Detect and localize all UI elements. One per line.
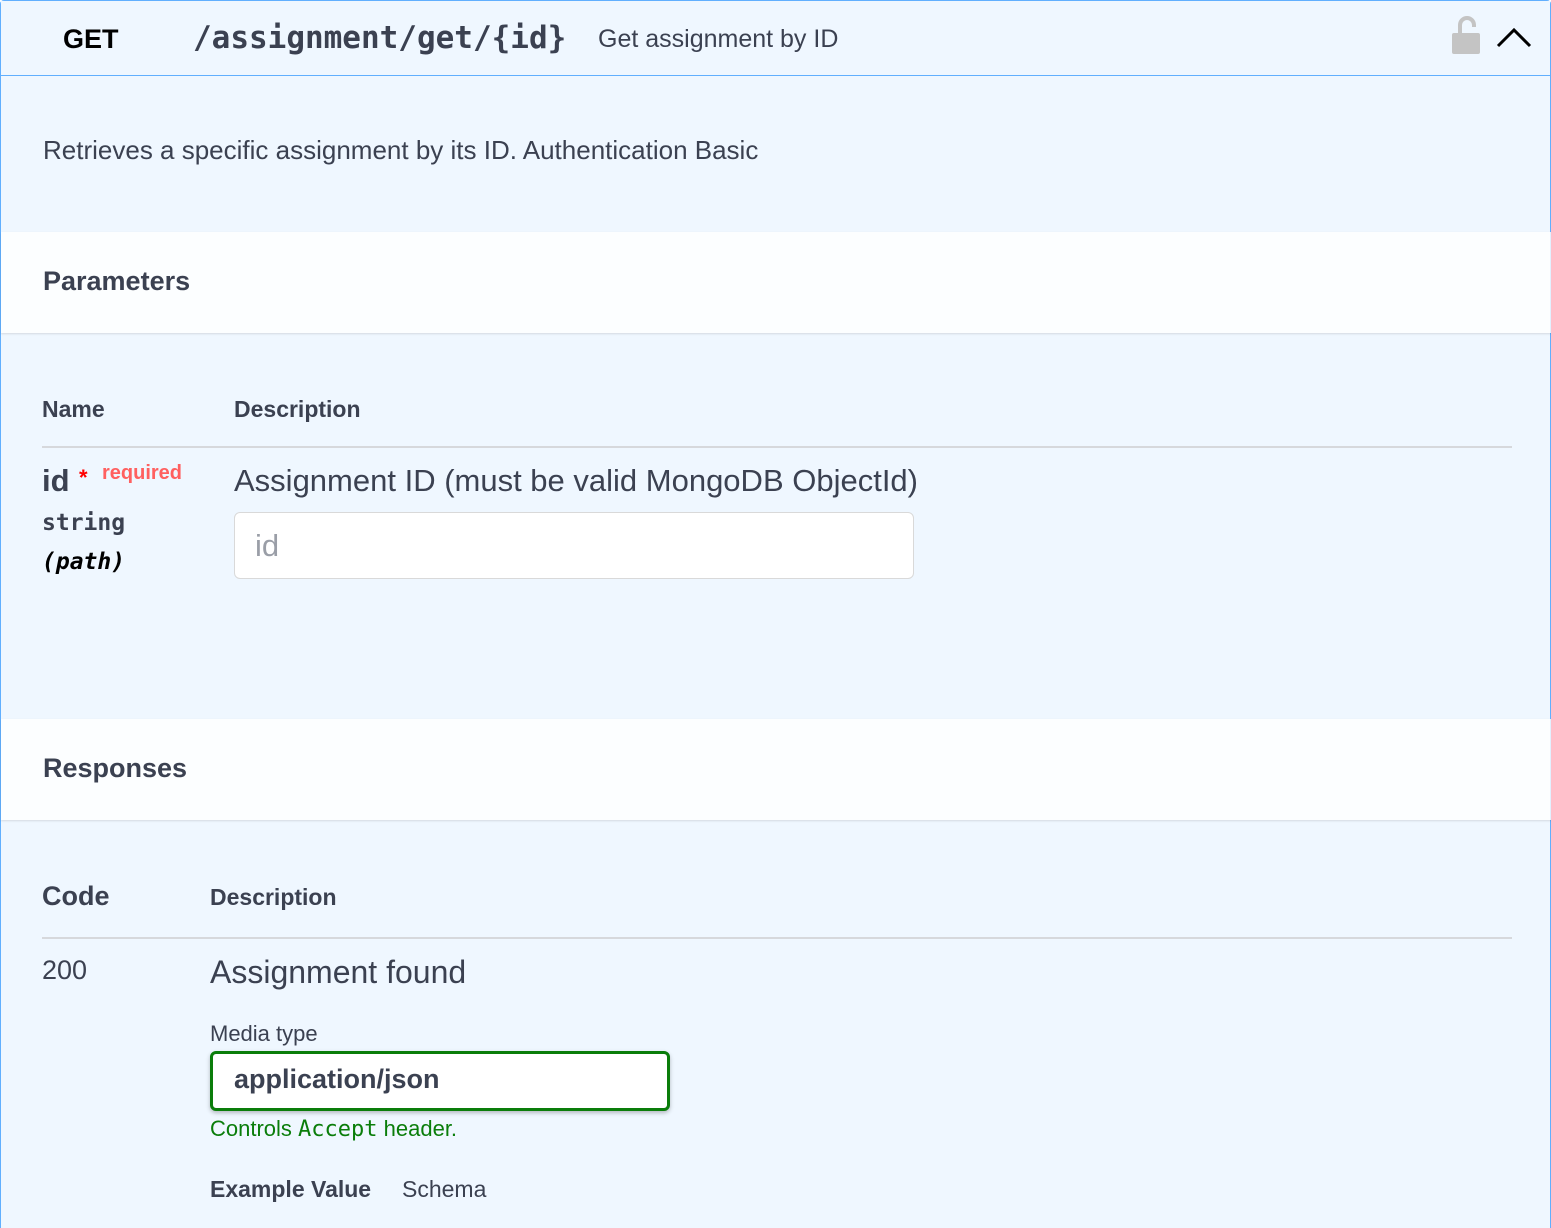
response-code: 200 — [42, 955, 88, 985]
parameter-type: string — [42, 510, 126, 536]
operation-description: Retrieves a specific assignment by its I… — [1, 77, 1550, 232]
operation-block: GET /assignment/get/{id} Get assignment … — [0, 0, 1551, 1228]
parameters-divider — [42, 446, 1512, 448]
parameter-id-input[interactable] — [234, 512, 914, 579]
unlock-icon[interactable] — [1451, 15, 1481, 55]
tab-schema[interactable]: Schema — [402, 1176, 486, 1203]
operation-description-text: Retrieves a specific assignment by its I… — [43, 135, 759, 165]
parameter-name: id — [42, 463, 70, 498]
endpoint-path: /assignment/get/{id} — [193, 20, 567, 56]
operation-summary[interactable]: GET /assignment/get/{id} Get assignment … — [1, 1, 1550, 76]
parameter-description: Assignment ID (must be valid MongoDB Obj… — [234, 463, 918, 498]
tab-example-value[interactable]: Example Value — [210, 1176, 371, 1203]
responses-section-header: Responses — [1, 719, 1551, 820]
param-col-name: Name — [42, 396, 105, 422]
operation-summary-text: Get assignment by ID — [598, 25, 839, 53]
responses-divider — [42, 937, 1512, 939]
parameters-title: Parameters — [43, 266, 191, 296]
accept-header-code: Accept — [298, 1117, 378, 1142]
response-description: Assignment found — [210, 954, 467, 990]
response-col-code: Code — [42, 881, 110, 911]
media-type-label: Media type — [210, 1021, 318, 1046]
chevron-up-icon[interactable] — [1495, 21, 1533, 55]
response-col-description: Description — [210, 884, 337, 910]
required-label: required — [102, 462, 183, 484]
http-method-badge: GET — [63, 24, 119, 54]
media-type-value: application/json — [234, 1064, 440, 1094]
controls-accept-note: Controls Accept header. — [210, 1116, 458, 1142]
required-star: * — [79, 465, 88, 490]
parameter-location: (path) — [42, 549, 126, 575]
param-col-description: Description — [234, 396, 361, 422]
parameters-section-header: Parameters — [1, 232, 1551, 333]
responses-title: Responses — [43, 753, 188, 783]
media-type-select[interactable]: application/json — [210, 1051, 670, 1111]
